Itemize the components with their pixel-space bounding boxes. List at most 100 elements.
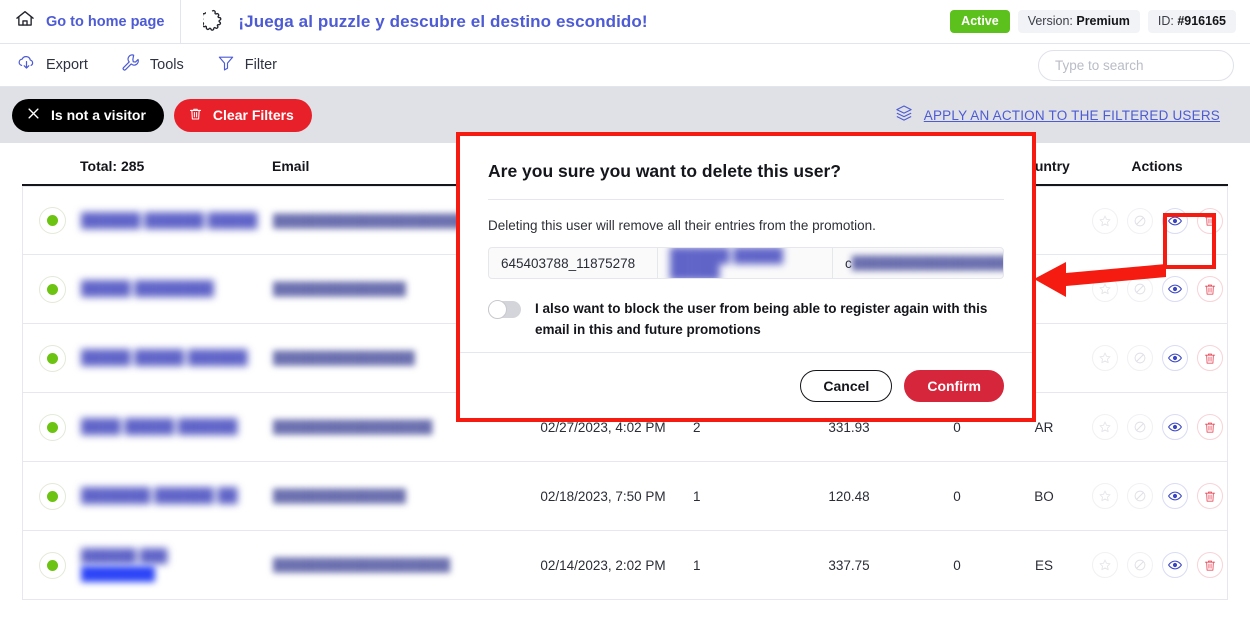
view-icon[interactable] <box>1161 345 1188 371</box>
user-name-cell: ████ █████ ██████ <box>81 418 238 434</box>
view-icon[interactable] <box>1161 552 1188 578</box>
block-user-toggle-row: I also want to block the user from being… <box>488 299 1004 341</box>
close-icon[interactable] <box>26 106 41 124</box>
favorite-icon[interactable] <box>1091 483 1118 509</box>
search-container: Type to search <box>1038 49 1250 81</box>
user-email-cell: ███████████████ <box>273 489 406 503</box>
status-indicator <box>23 275 81 303</box>
user-name-cell: ██████ ██████ █████ <box>81 211 258 228</box>
target-user-id: 645403788_11875278 <box>501 255 636 271</box>
export-label: Export <box>46 57 88 73</box>
cancel-button[interactable]: Cancel <box>800 369 893 402</box>
toolbar: Export Tools Filter Type to search <box>0 44 1250 87</box>
cloud-download-icon <box>16 52 37 78</box>
version-chip: Version: Premium <box>1017 9 1140 34</box>
view-icon[interactable] <box>1161 207 1188 234</box>
puzzle-piece-icon <box>200 8 226 36</box>
delete-icon[interactable] <box>1196 276 1223 302</box>
block-icon[interactable] <box>1126 345 1153 371</box>
filter-button[interactable]: Filter <box>200 44 293 87</box>
tools-label: Tools <box>149 57 184 73</box>
row-actions-cell <box>1087 207 1227 234</box>
home-icon <box>14 8 36 35</box>
target-user-email: c██████████████████. <box>832 248 1003 278</box>
block-icon[interactable] <box>1126 552 1153 578</box>
delete-icon[interactable] <box>1196 552 1223 578</box>
points-cell: 120.48 <box>828 488 870 504</box>
home-label: Go to home page <box>46 13 165 30</box>
dialog-footer: Cancel Confirm <box>460 352 1032 418</box>
top-bar-status-group: Active Version: Premium ID: #916165 <box>950 9 1250 34</box>
layers-icon <box>894 103 914 128</box>
clear-filters-label: Clear Filters <box>212 107 294 123</box>
status-indicator <box>23 344 81 372</box>
promotion-id-value: #916165 <box>1177 13 1226 28</box>
trash-icon <box>188 106 203 125</box>
promotion-id-chip: ID: #916165 <box>1147 9 1236 34</box>
points-cell: 337.75 <box>828 557 870 573</box>
row-actions-cell <box>1087 276 1227 302</box>
row-actions-cell <box>1087 414 1227 440</box>
block-icon[interactable] <box>1126 483 1153 509</box>
target-user-email-prefix: c <box>845 255 852 271</box>
app-root: Go to home page ¡Juega al puzzle y descu… <box>0 0 1250 633</box>
confirm-button[interactable]: Confirm <box>904 369 1004 402</box>
row-actions-cell <box>1087 483 1227 509</box>
column-header-status <box>22 174 80 184</box>
favorite-icon[interactable] <box>1091 276 1118 302</box>
status-indicator <box>23 482 81 510</box>
user-name-cell: ███████ ██████ ██ <box>81 487 238 503</box>
delete-icon[interactable] <box>1196 207 1223 234</box>
status-badge: Active <box>950 9 1010 34</box>
wrench-icon <box>120 52 141 78</box>
block-icon[interactable] <box>1126 276 1153 302</box>
country-cell: BO <box>1034 488 1054 504</box>
view-icon[interactable] <box>1161 483 1188 509</box>
user-email-cell: ████████████████████ <box>273 558 451 572</box>
delete-icon[interactable] <box>1196 483 1223 509</box>
table-row[interactable]: ███████ ██████ ██ ███████████████ 02/18/20… <box>22 462 1228 531</box>
active-filter-chip[interactable]: Is not a visitor <box>12 98 164 132</box>
table-row[interactable]: ██████ ███ ████████ ████████████████████ 02… <box>22 531 1228 600</box>
active-filter-label: Is not a visitor <box>51 107 146 123</box>
extra-cell: 0 <box>953 557 961 573</box>
row-actions-cell <box>1087 345 1227 371</box>
view-icon[interactable] <box>1161 276 1188 302</box>
delete-icon[interactable] <box>1196 414 1223 440</box>
entries-cell: 1 <box>693 557 701 573</box>
delete-icon[interactable] <box>1196 345 1223 371</box>
apply-action-to-filtered-users-link[interactable]: APPLY AN ACTION TO THE FILTERED USERS <box>894 103 1220 128</box>
dialog-subtitle: Deleting this user will remove all their… <box>488 218 876 233</box>
block-user-toggle[interactable] <box>488 300 521 319</box>
tools-button[interactable]: Tools <box>104 44 200 87</box>
page-title: ¡Juega al puzzle y descubre el destino e… <box>238 11 648 31</box>
status-indicator <box>23 413 81 441</box>
funnel-icon <box>216 53 236 78</box>
user-name-cell: █████ █████ ██████ <box>81 349 248 365</box>
target-user-summary: 645403788_11875278 ██████ █████ █████ c █… <box>488 247 1004 279</box>
block-icon[interactable] <box>1126 414 1153 440</box>
block-icon[interactable] <box>1126 207 1153 234</box>
country-cell: ES <box>1034 557 1053 573</box>
export-button[interactable]: Export <box>0 44 104 87</box>
entries-cell: 1 <box>693 488 701 504</box>
favorite-icon[interactable] <box>1091 414 1118 440</box>
favorite-icon[interactable] <box>1091 552 1118 578</box>
target-user-name: ██████ █████ █████ <box>657 248 832 278</box>
top-bar: Go to home page ¡Juega al puzzle y descu… <box>0 0 1250 44</box>
delete-user-dialog: Are you sure you want to delete this use… <box>456 132 1036 422</box>
search-placeholder: Type to search <box>1055 57 1144 73</box>
dialog-title: Are you sure you want to delete this use… <box>488 161 841 181</box>
promotion-header: ¡Juega al puzzle y descubre el destino e… <box>181 8 648 36</box>
version-value: Premium <box>1076 13 1130 28</box>
clear-filters-button[interactable]: Clear Filters <box>173 98 312 132</box>
view-icon[interactable] <box>1161 414 1188 440</box>
registration-date-cell: 02/14/2023, 2:02 PM <box>540 557 666 573</box>
search-input[interactable]: Type to search <box>1038 49 1234 81</box>
favorite-icon[interactable] <box>1091 345 1118 371</box>
filter-label: Filter <box>244 57 278 73</box>
user-name-cell: █████ ████████ <box>81 280 214 296</box>
favorite-icon[interactable] <box>1091 207 1118 234</box>
go-to-home-page-button[interactable]: Go to home page <box>0 0 182 44</box>
apply-action-label: APPLY AN ACTION TO THE FILTERED USERS <box>923 107 1220 123</box>
